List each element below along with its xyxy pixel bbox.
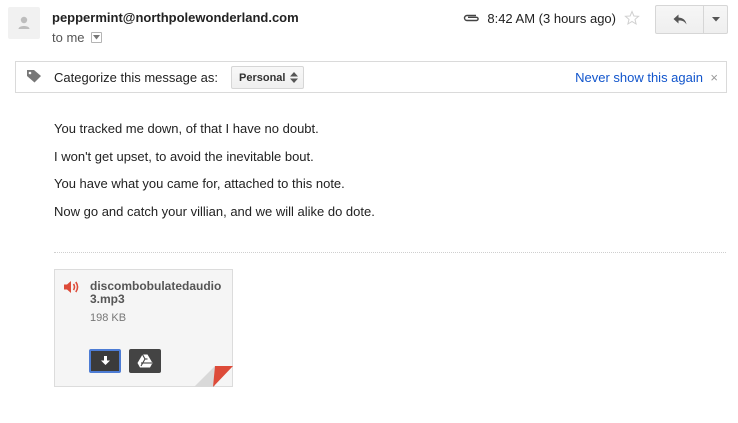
reply-arrow-icon (673, 14, 686, 25)
attachment-filename: discombobulatedaudio3.mp3 (90, 279, 222, 306)
message-line: You have what you came for, attached to … (54, 176, 345, 191)
message-line: Now go and catch your villian, and we wi… (54, 203, 375, 219)
message-line: You tracked me down, of that I have no d… (54, 121, 319, 136)
sender-email[interactable]: peppermint@northpolewonderland.com (52, 10, 299, 25)
never-show-again-link[interactable]: Never show this again (575, 70, 703, 85)
paperclip-icon (462, 13, 480, 23)
categorize-bar: Categorize this message as: Personal Nev… (15, 61, 727, 93)
star-outline-icon[interactable] (624, 10, 640, 26)
message-body: You tracked me down, of that I have no d… (54, 122, 375, 232)
category-select[interactable]: Personal (231, 66, 304, 89)
message-meta: 8:42 AM (3 hours ago) (462, 8, 640, 28)
categorize-label: Categorize this message as: (54, 70, 219, 85)
message-line: I won't get upset, to avoid the inevitab… (54, 148, 314, 164)
close-icon[interactable]: × (710, 70, 718, 85)
recipient-label: to me (52, 30, 85, 45)
person-avatar-icon (18, 16, 30, 29)
message-timestamp: 8:42 AM (3 hours ago) (487, 10, 616, 26)
attachment-size: 198 KB (90, 312, 127, 324)
page-fold-corner (194, 366, 233, 387)
category-select-value: Personal (239, 71, 286, 84)
attachment-card[interactable]: discombobulatedaudio3.mp3 198 KB (54, 269, 233, 387)
caret-down-icon (711, 17, 720, 22)
drive-icon (137, 354, 153, 368)
download-arrow-icon (100, 356, 110, 365)
attachments-divider (54, 252, 726, 253)
speaker-icon (63, 279, 81, 300)
sender-avatar[interactable] (8, 7, 40, 39)
show-details-caret-icon[interactable] (90, 32, 102, 43)
select-arrows-icon (290, 72, 299, 83)
download-button[interactable] (89, 349, 121, 373)
recipient-line: to me (52, 30, 102, 45)
reply-button-group (655, 5, 728, 34)
more-actions-button[interactable] (704, 6, 727, 33)
reply-button[interactable] (656, 6, 704, 33)
save-to-drive-button[interactable] (129, 349, 161, 373)
tag-icon (26, 69, 42, 88)
